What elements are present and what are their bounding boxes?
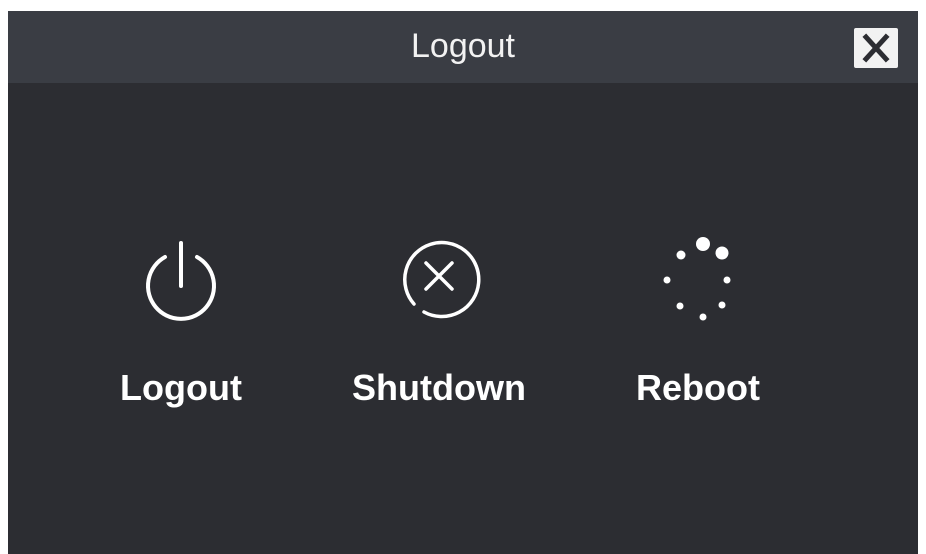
logout-dialog: Logout Logout Shutdown Reboot [8, 11, 918, 554]
shutdown-icon [403, 240, 481, 319]
reboot-icon [663, 237, 731, 321]
logout-button[interactable]: Logout [81, 223, 281, 433]
close-button[interactable] [854, 28, 898, 68]
dialog-titlebar: Logout [8, 11, 918, 83]
logout-label: Logout [120, 367, 242, 408]
power-icon [146, 241, 216, 321]
reboot-label: Reboot [636, 367, 760, 408]
shutdown-label: Shutdown [352, 367, 526, 408]
dialog-title: Logout [411, 27, 515, 65]
close-icon [862, 33, 890, 63]
shutdown-button[interactable]: Shutdown [339, 223, 539, 433]
reboot-button[interactable]: Reboot [598, 223, 798, 433]
